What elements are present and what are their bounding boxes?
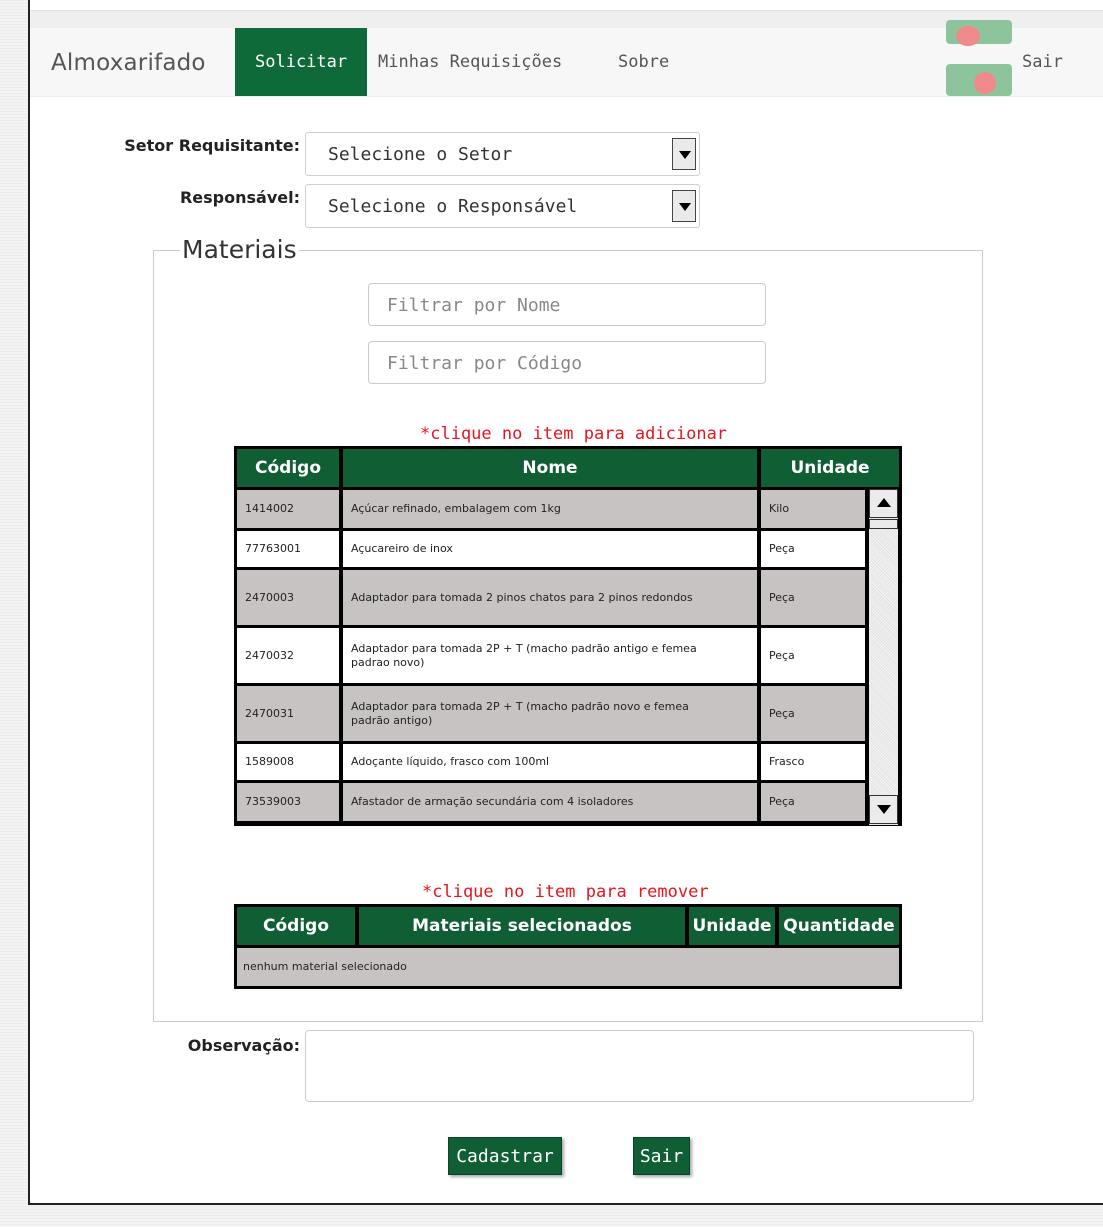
cell-unidade: Peça [761,570,865,625]
cell-unidade: Peça [761,686,865,741]
responsavel-select[interactable]: Selecione o Responsável [305,184,700,228]
cell-nome: Adaptador para tomada 2 pinos chatos par… [343,570,757,625]
scroll-thumb[interactable] [869,519,898,529]
cell-unidade: Peça [761,531,865,567]
cell-nome: Adoçante líquido, frasco com 100ml [343,744,757,780]
cell-codigo: 2470003 [237,570,339,625]
navbar-inner: Almoxarifado Solicitar Minhas Requisiçõe… [30,20,1103,96]
chevron-down-icon[interactable] [672,190,696,222]
col-header-codigo[interactable]: Código [237,907,355,945]
cell-codigo: 1414002 [237,490,339,528]
nav-sobre[interactable]: Sobre [618,28,669,96]
col-header-nome[interactable]: Nome [343,449,757,487]
institution-logo [944,20,1014,96]
add-hint: *clique no item para adicionar [420,424,728,444]
exit-button[interactable]: Sair [633,1137,690,1175]
materials-legend: Materiais [180,235,299,264]
setor-select-value: Selecione o Setor [328,144,513,165]
navbar: Almoxarifado Solicitar Minhas Requisiçõe… [30,10,1103,97]
cell-codigo: 77763001 [237,531,339,567]
responsavel-select-value: Selecione o Responsável [328,196,578,217]
setor-label: Setor Requisitante: [124,136,300,155]
cell-codigo: 1589008 [237,744,339,780]
chevron-down-icon[interactable] [672,138,696,170]
remove-hint: *clique no item para remover [422,882,709,902]
cell-nome: Açúcar refinado, embalagem com 1kg [343,490,757,528]
logout-link[interactable]: Sair [1022,28,1063,96]
cell-unidade: Peça [761,783,865,821]
cell-unidade: Kilo [761,490,865,528]
col-header-materiais[interactable]: Materiais selecionados [359,907,685,945]
observacao-textarea[interactable] [305,1030,974,1102]
scroll-down-icon[interactable] [869,795,898,824]
cell-nome: Açucareiro de inox [343,531,757,567]
cell-nome: Adaptador para tomada 2P + T (macho padr… [343,686,757,741]
cell-nome: Afastador de armação secundária com 4 is… [343,783,757,821]
materials-table: Código Nome Unidade 1414002 Açúcar refin… [234,446,902,826]
filter-code-input[interactable]: Filtrar por Código [368,341,766,384]
app-window: Almoxarifado Solicitar Minhas Requisiçõe… [28,0,1103,1205]
observacao-label: Observação: [187,1036,300,1055]
selected-table: Código Materiais selecionados Unidade Qu… [234,904,902,989]
empty-message: nenhum material selecionado [237,948,899,986]
cell-codigo: 73539003 [237,783,339,821]
cell-nome: Adaptador para tomada 2P + T (macho padr… [343,628,757,683]
col-header-codigo[interactable]: Código [237,449,339,487]
scroll-up-icon[interactable] [869,489,898,518]
filter-name-input[interactable]: Filtrar por Nome [368,283,766,326]
submit-button[interactable]: Cadastrar [448,1137,562,1175]
table-scrollbar[interactable] [869,489,898,825]
col-header-unidade[interactable]: Unidade [761,449,899,487]
cell-codigo: 2470032 [237,628,339,683]
cell-codigo: 2470031 [237,686,339,741]
responsavel-label: Responsável: [179,188,300,207]
setor-select[interactable]: Selecione o Setor [305,132,700,176]
brand[interactable]: Almoxarifado [51,50,206,76]
cell-unidade: Peça [761,628,865,683]
col-header-unidade[interactable]: Unidade [689,907,775,945]
nav-solicitar[interactable]: Solicitar [235,28,368,96]
nav-minhas-requisicoes[interactable]: Minhas Requisições [378,28,562,96]
cell-unidade: Frasco [761,744,865,780]
col-header-quantidade[interactable]: Quantidade [779,907,899,945]
